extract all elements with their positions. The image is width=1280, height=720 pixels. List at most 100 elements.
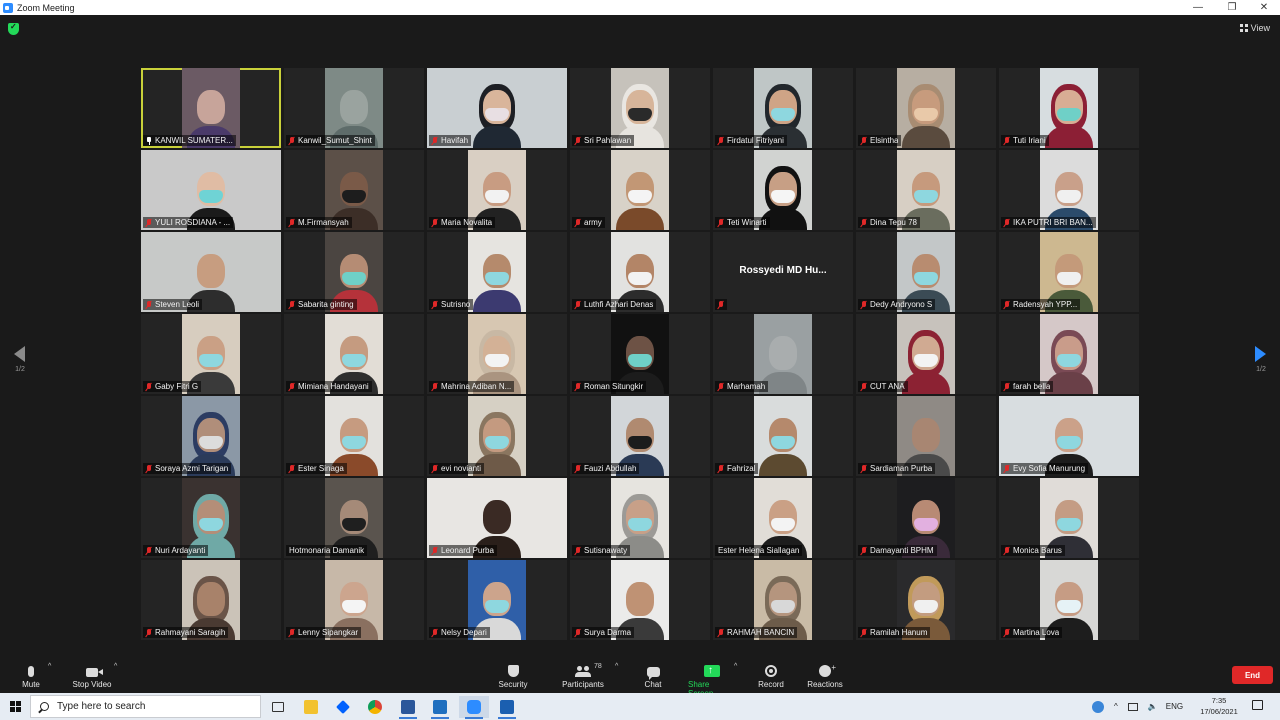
participant-tile[interactable]: Ester Helena Siallagan <box>713 478 853 558</box>
participant-tile[interactable]: farah bella <box>999 314 1139 394</box>
participants-options-caret[interactable]: ^ <box>615 663 618 670</box>
participant-tile[interactable]: Mahrina Adiban N... <box>427 314 567 394</box>
close-button[interactable]: ✕ <box>1248 0 1280 15</box>
participant-tile[interactable]: Martina Lova <box>999 560 1139 640</box>
view-button[interactable]: View <box>1239 23 1270 33</box>
participant-tile[interactable]: Gaby Fitri G <box>141 314 281 394</box>
participant-name: Martina Lova <box>1013 628 1060 637</box>
end-meeting-button[interactable]: End <box>1232 666 1273 684</box>
share-options-caret[interactable]: ^ <box>734 663 737 670</box>
participant-tile[interactable]: Nelsy Depari <box>427 560 567 640</box>
stop-video-button[interactable]: Stop Video <box>70 659 114 689</box>
participant-tile[interactable]: Luthfi Azhari Denas <box>570 232 710 312</box>
muted-mic-icon <box>575 628 581 637</box>
chat-button[interactable]: Chat <box>640 659 666 689</box>
participant-tile[interactable]: Dedy Andryono S <box>856 232 996 312</box>
task-view-icon <box>272 702 284 712</box>
muted-mic-icon <box>432 136 438 145</box>
participant-name: Radensyah YPP... <box>1013 300 1078 309</box>
participant-tile[interactable]: Fahrizal <box>713 396 853 476</box>
participant-tile[interactable]: Dina Tepu 78 <box>856 150 996 230</box>
muted-mic-icon <box>146 382 152 391</box>
word-button[interactable] <box>393 696 423 719</box>
participant-tile[interactable]: Rahmayani Saragih <box>141 560 281 640</box>
participant-tile[interactable]: Damayanti BPHM <box>856 478 996 558</box>
chrome-button[interactable] <box>360 696 390 718</box>
audio-options-caret[interactable]: ^ <box>48 663 51 670</box>
reactions-button[interactable]: Reactions <box>806 659 844 689</box>
task-view-button[interactable] <box>263 696 293 718</box>
grid-view-icon <box>1239 24 1248 32</box>
participant-tile[interactable]: Tuti Iriani <box>999 68 1139 148</box>
start-button[interactable] <box>0 693 30 720</box>
participant-tile[interactable]: Roman Situngkir <box>570 314 710 394</box>
restore-button[interactable]: ❐ <box>1216 0 1248 15</box>
next-page-button[interactable]: 1/2 <box>1251 346 1271 378</box>
security-button[interactable]: Security <box>496 659 530 689</box>
muted-mic-icon <box>575 546 581 555</box>
participant-tile[interactable]: Kanwil_Sumut_Shint <box>284 68 424 148</box>
participant-tile[interactable]: Nuri Ardayanti <box>141 478 281 558</box>
participant-tile[interactable]: Rossyedi MD Hu... <box>713 232 853 312</box>
dropbox-button[interactable] <box>328 696 358 718</box>
folder-icon <box>304 700 318 714</box>
participant-tile[interactable]: Hotmonaria Damanik <box>284 478 424 558</box>
file-explorer-button[interactable] <box>296 696 326 718</box>
participant-name: Steven Leoli <box>155 300 200 309</box>
participant-tile[interactable]: Elsintha <box>856 68 996 148</box>
mute-button[interactable]: Mute <box>20 659 42 689</box>
participant-tile[interactable]: Lenny Sipangkar <box>284 560 424 640</box>
participant-tile[interactable]: KANWIL SUMATER... <box>141 68 281 148</box>
app-icon <box>433 700 447 714</box>
muted-mic-icon <box>861 546 867 555</box>
participant-tile[interactable]: M.Firmansyah <box>284 150 424 230</box>
previous-page-button[interactable]: 1/2 <box>10 346 30 378</box>
participant-tile[interactable]: Sabarita ginting <box>284 232 424 312</box>
participant-tile[interactable]: Marhamah <box>713 314 853 394</box>
participant-tile[interactable]: Maria Novalita <box>427 150 567 230</box>
powerpoint-button[interactable] <box>425 696 455 719</box>
participant-tile[interactable]: Ester Sinaga <box>284 396 424 476</box>
participant-tile[interactable]: Radensyah YPP... <box>999 232 1139 312</box>
minimize-button[interactable]: — <box>1182 0 1214 15</box>
participant-tile[interactable]: Leonard Purba <box>427 478 567 558</box>
zoom-meeting-taskbar-button[interactable] <box>492 696 522 719</box>
participant-tile[interactable]: Evy Sofia Manurung <box>999 396 1139 476</box>
participant-tile[interactable]: Teti Winarti <box>713 150 853 230</box>
participant-video <box>611 150 669 230</box>
dropbox-icon <box>336 700 350 714</box>
show-hidden-icons[interactable]: ^ <box>1114 702 1118 711</box>
participant-tile[interactable]: Havifah <box>427 68 567 148</box>
participant-tile[interactable]: Mimiana Handayani <box>284 314 424 394</box>
participant-tile[interactable]: Surya Darma <box>570 560 710 640</box>
participant-tile[interactable]: Fauzi Abdullah <box>570 396 710 476</box>
participant-tile[interactable]: army <box>570 150 710 230</box>
network-icon[interactable] <box>1127 702 1138 711</box>
language-indicator[interactable]: ENG <box>1166 702 1183 711</box>
participant-display-name: Rossyedi MD Hu... <box>739 265 827 276</box>
muted-mic-icon <box>1004 464 1010 473</box>
notification-center-icon[interactable] <box>1252 700 1263 710</box>
participant-tile[interactable]: Sutrisno <box>427 232 567 312</box>
record-button[interactable]: Record <box>756 659 786 689</box>
participant-tile[interactable]: CUT ANA <box>856 314 996 394</box>
participant-tile[interactable]: Ramilah Hanum <box>856 560 996 640</box>
volume-icon[interactable]: 🔈 <box>1148 702 1158 711</box>
participant-tile[interactable]: IKA PUTRI BRI BAN... <box>999 150 1139 230</box>
participant-tile[interactable]: Soraya Azmi Tarigan <box>141 396 281 476</box>
participant-tile[interactable]: Monica Barus <box>999 478 1139 558</box>
participant-tile[interactable]: Sutisnawaty <box>570 478 710 558</box>
participant-tile[interactable]: evi novianti <box>427 396 567 476</box>
encryption-shield-icon[interactable] <box>8 22 19 35</box>
zoom-taskbar-button[interactable] <box>459 696 489 719</box>
participant-tile[interactable]: Firdatul Fitriyani <box>713 68 853 148</box>
taskbar-search-box[interactable]: Type here to search <box>30 695 261 718</box>
participant-tile[interactable]: RAHMAH BANCIN <box>713 560 853 640</box>
taskbar-clock[interactable]: 7:35 17/06/2021 <box>1198 695 1240 717</box>
participant-tile[interactable]: Sardiaman Purba <box>856 396 996 476</box>
participant-tile[interactable]: YULI ROSDIANA - ... <box>141 150 281 230</box>
participant-tile[interactable]: Steven Leoli <box>141 232 281 312</box>
help-icon[interactable] <box>1092 700 1104 713</box>
video-options-caret[interactable]: ^ <box>114 663 117 670</box>
participant-tile[interactable]: Sri Pahlawan <box>570 68 710 148</box>
